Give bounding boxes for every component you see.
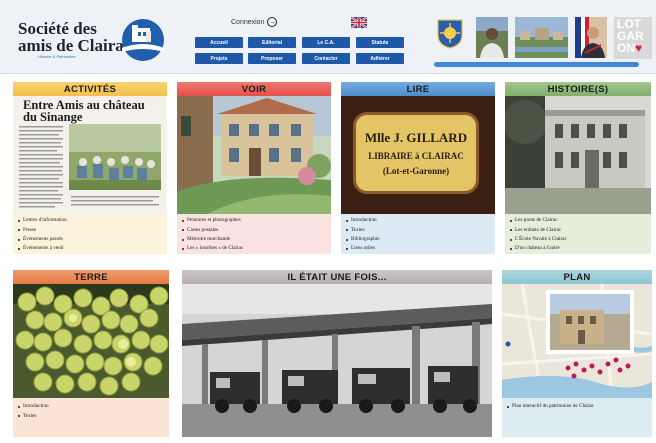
nav-accueil-button[interactable]: Accueil (195, 37, 243, 48)
logo-line-2: amis de Clairac (18, 36, 132, 55)
list-item[interactable]: Bibliographie (346, 236, 495, 242)
nav-proposer-button[interactable]: Proposer (248, 53, 296, 64)
list-item[interactable]: Lettres d'information (18, 217, 167, 223)
sign-line-2: LIBRAIRE à CLAIRAC (368, 151, 464, 161)
newspaper-headline: Entre Amis au château du Sinange (23, 99, 145, 124)
list-item[interactable]: Les ponts de Clairac (510, 217, 651, 223)
header-accent-bar (434, 62, 639, 67)
card-il-etait-une-fois[interactable]: IL ÉTAIT UNE FOIS... (182, 270, 492, 437)
list-item[interactable]: Introduction (346, 217, 495, 223)
nav-contacter-button[interactable]: Contacter (302, 53, 350, 64)
card-activites-title[interactable]: ACTIVITÉS (13, 82, 167, 96)
grapes-image[interactable] (13, 284, 169, 398)
card-plan-title[interactable]: PLAN (502, 270, 652, 284)
sign-line-3: (Lot-et-Garonne) (382, 166, 450, 176)
card-activites[interactable]: ACTIVITÉS Entre Amis au château du Sinan… (13, 82, 167, 254)
list-item[interactable]: Événements à venir (18, 246, 167, 251)
newspaper-headline-2: du Sinange (23, 110, 83, 124)
coat-of-arms-icon[interactable] (437, 19, 463, 49)
card-il-etait-title[interactable]: IL ÉTAIT UNE FOIS... (182, 270, 492, 284)
connexion-link[interactable]: Connexion → (231, 17, 278, 27)
librairie-sign-image[interactable]: Mlle J. GILLARD LIBRAIRE à CLAIRAC (Lot-… (341, 96, 495, 214)
card-voir-list: Peintures et photographes Cartes postale… (177, 214, 331, 252)
card-plan-list: Plan interactif du patrimoine de Clairac (502, 400, 652, 409)
mayor-portrait-image[interactable] (575, 17, 607, 58)
card-lire-list: Introduction Textes Bibliographie Liens … (341, 214, 495, 252)
nav-adherer-button[interactable]: Adhérer (356, 53, 404, 64)
chateau-photo-image[interactable] (505, 96, 651, 214)
trucks-station-photo-image[interactable] (182, 284, 492, 437)
interactive-map-image[interactable] (502, 284, 652, 398)
list-item[interactable]: Les « insolites » de Clairac (182, 246, 331, 251)
list-item[interactable]: Introduction (18, 403, 169, 409)
lot-et-garonne-logo[interactable]: LOT GAR ON♥ (614, 17, 652, 59)
card-histoires[interactable]: HISTOIRE(S) Les ponts de Clairac Les enf… (505, 82, 651, 254)
list-item[interactable]: Cartes postales (182, 227, 331, 233)
card-terre-list: Introduction Textes (13, 400, 169, 419)
painting-house-image[interactable] (177, 96, 331, 214)
uk-flag-icon[interactable] (351, 17, 367, 28)
site-header: Société des amis de Clairac Histoire & P… (0, 0, 656, 74)
newspaper-body-graphic (19, 124, 161, 208)
arrow-right-circle-icon: → (267, 17, 278, 27)
nav-le-ca-button[interactable]: Le C.A. (302, 37, 350, 48)
card-terre[interactable]: TERRE Introduction Textes (13, 270, 169, 437)
list-item[interactable]: Liens utiles (346, 246, 495, 251)
list-item[interactable]: L'École Navale à Clairac (510, 236, 651, 242)
castle-logo-icon[interactable] (118, 18, 168, 62)
sign-line-1: Mlle J. GILLARD (364, 130, 468, 145)
list-item[interactable]: Événements passés (18, 236, 167, 242)
card-histoires-list: Les ponts de Clairac Les enfants de Clai… (505, 214, 651, 252)
site-logo-text[interactable]: Société des amis de Clairac (18, 20, 131, 54)
card-lire[interactable]: LIRE Mlle J. GILLARD LIBRAIRE à CLAIRAC … (341, 82, 495, 254)
librairie-sign: Mlle J. GILLARD LIBRAIRE à CLAIRAC (Lot-… (353, 112, 479, 194)
logo-tagline: Histoire & Patrimoine (38, 54, 76, 59)
card-lire-title[interactable]: LIRE (341, 82, 495, 96)
list-item[interactable]: Plan interactif du patrimoine de Clairac (507, 403, 652, 409)
list-item[interactable]: D'un château à l'autre (510, 246, 651, 251)
card-voir[interactable]: VOIR Peintures et photographes Cartes po… (177, 82, 331, 254)
list-item[interactable]: Textes (18, 413, 169, 419)
list-item[interactable]: Mémoire marchande (182, 236, 331, 242)
card-plan[interactable]: PLAN Plan interactif du patrimoine de Cl… (502, 270, 652, 437)
heart-icon: ♥ (635, 41, 643, 55)
list-item[interactable]: Presse (18, 227, 167, 233)
connexion-label: Connexion (231, 18, 265, 26)
lotgaron-on: ON (617, 41, 635, 55)
card-activites-list: Lettres d'information Presse Événements … (13, 214, 167, 252)
list-item[interactable]: Peintures et photographes (182, 217, 331, 223)
village-view-image[interactable] (515, 17, 568, 58)
newspaper-clipping-image[interactable]: Entre Amis au château du Sinange (13, 96, 167, 214)
member-portrait-image[interactable] (476, 17, 508, 58)
list-item[interactable]: Les enfants de Clairac (510, 227, 651, 233)
card-voir-title[interactable]: VOIR (177, 82, 331, 96)
nav-statuts-button[interactable]: Statuts (356, 37, 404, 48)
list-item[interactable]: Textes (346, 227, 495, 233)
nav-projets-button[interactable]: Projets (195, 53, 243, 64)
lotgaron-line-3: ON♥ (617, 42, 652, 54)
nav-editorial-button[interactable]: Editorial (248, 37, 296, 48)
card-histoires-title[interactable]: HISTOIRE(S) (505, 82, 651, 96)
card-terre-title[interactable]: TERRE (13, 270, 169, 284)
